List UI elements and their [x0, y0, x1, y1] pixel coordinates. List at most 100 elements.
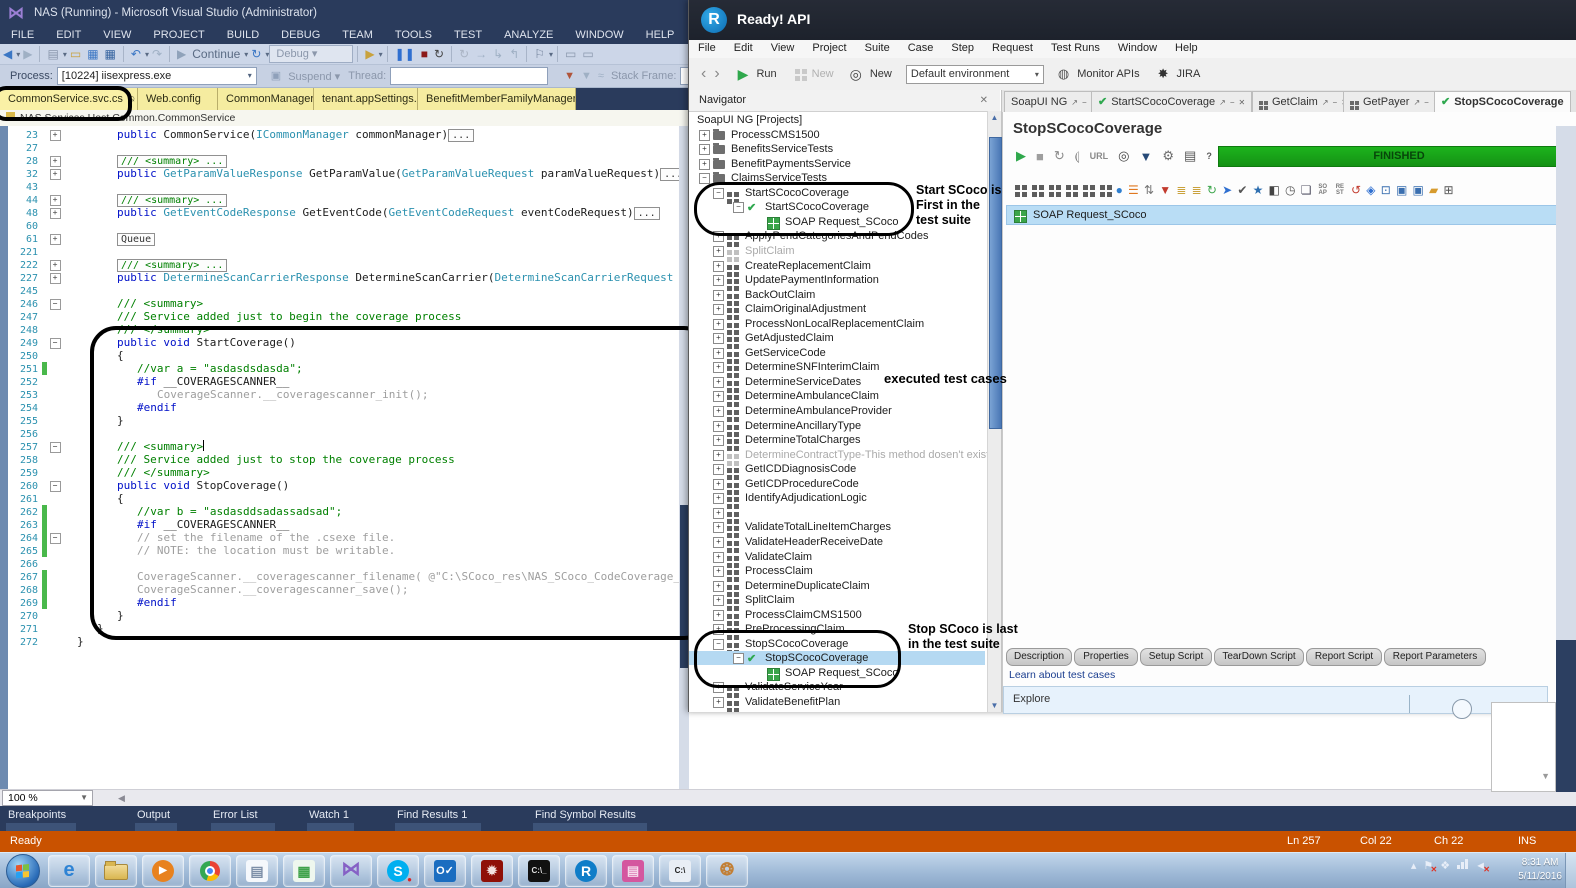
expand-icon[interactable]: + [713, 552, 724, 563]
scroll-down-icon[interactable]: ▼ [988, 699, 1001, 712]
ready-menu-window[interactable]: Window [1109, 40, 1166, 58]
vs-panel-tab-find-results-1[interactable]: Find Results 1 [397, 809, 467, 821]
tree-item-determineancillarytype[interactable]: +DetermineAncillaryType [689, 419, 985, 433]
favorite-icon[interactable]: ★ [1253, 182, 1264, 198]
ready-menu-help[interactable]: Help [1166, 40, 1207, 58]
jira-bug-icon[interactable]: ✸ [1158, 66, 1169, 82]
sql-tool-icon[interactable]: ▤ [612, 855, 654, 887]
comment-icon[interactable]: ❏ [1301, 182, 1312, 198]
vs-menu-analyze[interactable]: ANALYZE [493, 28, 564, 44]
ready-tab-stopscococoverage[interactable]: ✔StopSCocoCoverage [1434, 91, 1571, 112]
expand-icon[interactable]: + [50, 234, 61, 245]
float-window-icon[interactable]: ↗ [1219, 98, 1226, 107]
skype-icon[interactable]: S● [377, 855, 419, 887]
nav-back-icon[interactable]: ◀ [3, 45, 12, 63]
save-icon[interactable]: ▦ [87, 45, 98, 63]
expand-icon[interactable]: + [699, 144, 710, 155]
bottom-tab-report-script[interactable]: Report Script [1306, 648, 1382, 666]
ready-tab-soapui-ng[interactable]: SoapUI NG↗−✕ [1004, 91, 1104, 112]
flag-icon[interactable]: ⚐ [534, 45, 545, 63]
vs-panel-tab-watch-1[interactable]: Watch 1 [309, 809, 349, 821]
expand-icon[interactable]: + [713, 537, 724, 548]
collapse-icon[interactable]: − [50, 442, 61, 453]
expand-icon[interactable]: + [713, 435, 724, 446]
expand-icon[interactable]: + [713, 522, 724, 533]
expand-icon[interactable]: + [699, 159, 710, 170]
restart-icon[interactable]: ↻ [251, 45, 261, 63]
continue-icon[interactable]: ▶ [177, 45, 186, 63]
undo-icon[interactable]: ↶ [131, 45, 141, 63]
visual-studio-icon[interactable]: ⋈ [330, 855, 372, 887]
expand-icon[interactable]: + [713, 493, 724, 504]
expand-icon[interactable]: + [713, 421, 724, 432]
step-type-grid-icon[interactable] [1083, 185, 1088, 190]
step-type-grid-icon[interactable] [1100, 185, 1105, 190]
compass-icon[interactable]: ◈ [1366, 182, 1375, 198]
expand-icon[interactable]: + [713, 624, 724, 635]
expand-icon[interactable]: + [50, 273, 61, 284]
rest-step-icon[interactable]: RE ST [1334, 184, 1346, 196]
start-profile-icon[interactable]: ▶ [365, 45, 374, 63]
chevron-down-icon[interactable]: ▾ [63, 50, 67, 59]
vs-menu-team[interactable]: TEAM [331, 28, 384, 44]
window2-icon[interactable]: ▭ [582, 45, 593, 63]
chevron-down-icon[interactable]: ▾ [244, 50, 248, 59]
explore-bar[interactable]: Explore [1003, 686, 1548, 714]
tree-item-processcms1500[interactable]: +ProcessCMS1500 [689, 128, 985, 142]
ready-menu-test-runs[interactable]: Test Runs [1042, 40, 1109, 58]
tree-item-determinecontracttype-this-method-dosen-t-exist-in-thi[interactable]: +DetermineContractType-This method dosen… [689, 448, 985, 462]
vs-menu-build[interactable]: BUILD [216, 28, 270, 44]
tree-item-unreadable[interactable]: + [689, 506, 985, 520]
new-project-icon[interactable]: ◎ [850, 66, 862, 83]
ready-menu-case[interactable]: Case [899, 40, 943, 58]
pin-icon[interactable]: ⍉ [129, 94, 134, 104]
tree-item-determineambulanceclaim[interactable]: +DetermineAmbulanceClaim [689, 389, 985, 403]
tree-item-determineduplicateclaim[interactable]: +DetermineDuplicateClaim [689, 579, 985, 593]
chrome-icon[interactable] [189, 855, 231, 887]
outlook-icon[interactable]: O✓ [424, 855, 466, 887]
refresh-icon[interactable]: ↻ [459, 45, 469, 63]
volume-muted-icon[interactable]: ◄✕ [1475, 860, 1486, 872]
expand-icon[interactable]: + [713, 581, 724, 592]
url-icon[interactable]: URL [1090, 151, 1109, 161]
stop-testcase-icon[interactable]: ■ [1036, 149, 1044, 164]
window-copy-icon[interactable]: ▣ [1396, 182, 1407, 198]
tree-item-soap-request-scoco[interactable]: SOAP Request_SCoco [689, 666, 985, 680]
expand-icon[interactable]: + [713, 464, 724, 475]
media-player-icon[interactable]: ▶ [142, 855, 184, 887]
debug-config-select[interactable]: Debug ▾ [269, 45, 353, 63]
mqtt-icon[interactable]: ⊞ [1443, 182, 1453, 198]
expand-icon[interactable]: + [713, 566, 724, 577]
collapse-icon[interactable]: − [733, 202, 744, 213]
expand-icon[interactable]: + [713, 697, 724, 708]
nav-forward-icon[interactable]: ▶ [23, 45, 32, 63]
tree-item-geticddiagnosiscode[interactable]: +GetICDDiagnosisCode [689, 462, 985, 476]
fold-margin[interactable]: + [47, 258, 63, 271]
monitor-apis-label[interactable]: Monitor APIs [1077, 68, 1139, 80]
zoom-level-select[interactable]: 100 %▼ [2, 790, 93, 806]
expand-icon[interactable]: + [713, 508, 724, 519]
bottom-tab-report-parameters[interactable]: Report Parameters [1384, 648, 1486, 666]
ready-api-icon[interactable]: R [565, 855, 607, 887]
tree-item-determinetotalcharges[interactable]: +DetermineTotalCharges [689, 433, 985, 447]
expand-icon[interactable]: + [713, 275, 724, 286]
collapse-icon[interactable]: − [50, 338, 61, 349]
tree-item-validatetotallineitemcharges[interactable]: +ValidateTotalLineItemCharges [689, 520, 985, 534]
fold-margin[interactable]: + [47, 167, 63, 180]
continue-button-label[interactable]: Continue [192, 45, 240, 63]
file-explorer-icon[interactable] [95, 855, 137, 887]
expand-icon[interactable]: + [713, 319, 724, 330]
expand-icon[interactable]: + [713, 479, 724, 490]
folder-icon[interactable]: ▰ [1429, 182, 1438, 198]
filter-icon[interactable]: ▼ [564, 67, 575, 85]
new-button[interactable]: New [870, 68, 892, 80]
terminal-icon[interactable]: C:\_ [518, 855, 560, 887]
record-icon[interactable]: ◎ [1118, 148, 1129, 164]
tree-item-soapui-ng--projects-[interactable]: SoapUI NG [Projects] [689, 113, 985, 127]
expand-icon[interactable]: + [713, 450, 724, 461]
expand-icon[interactable]: + [50, 130, 61, 141]
tree-item-getservicecode[interactable]: +GetServiceCode [689, 346, 985, 360]
minimize-icon[interactable]: − [1230, 98, 1235, 107]
bottom-tab-setup-script[interactable]: Setup Script [1140, 648, 1212, 666]
collapse-icon[interactable]: − [50, 481, 61, 492]
